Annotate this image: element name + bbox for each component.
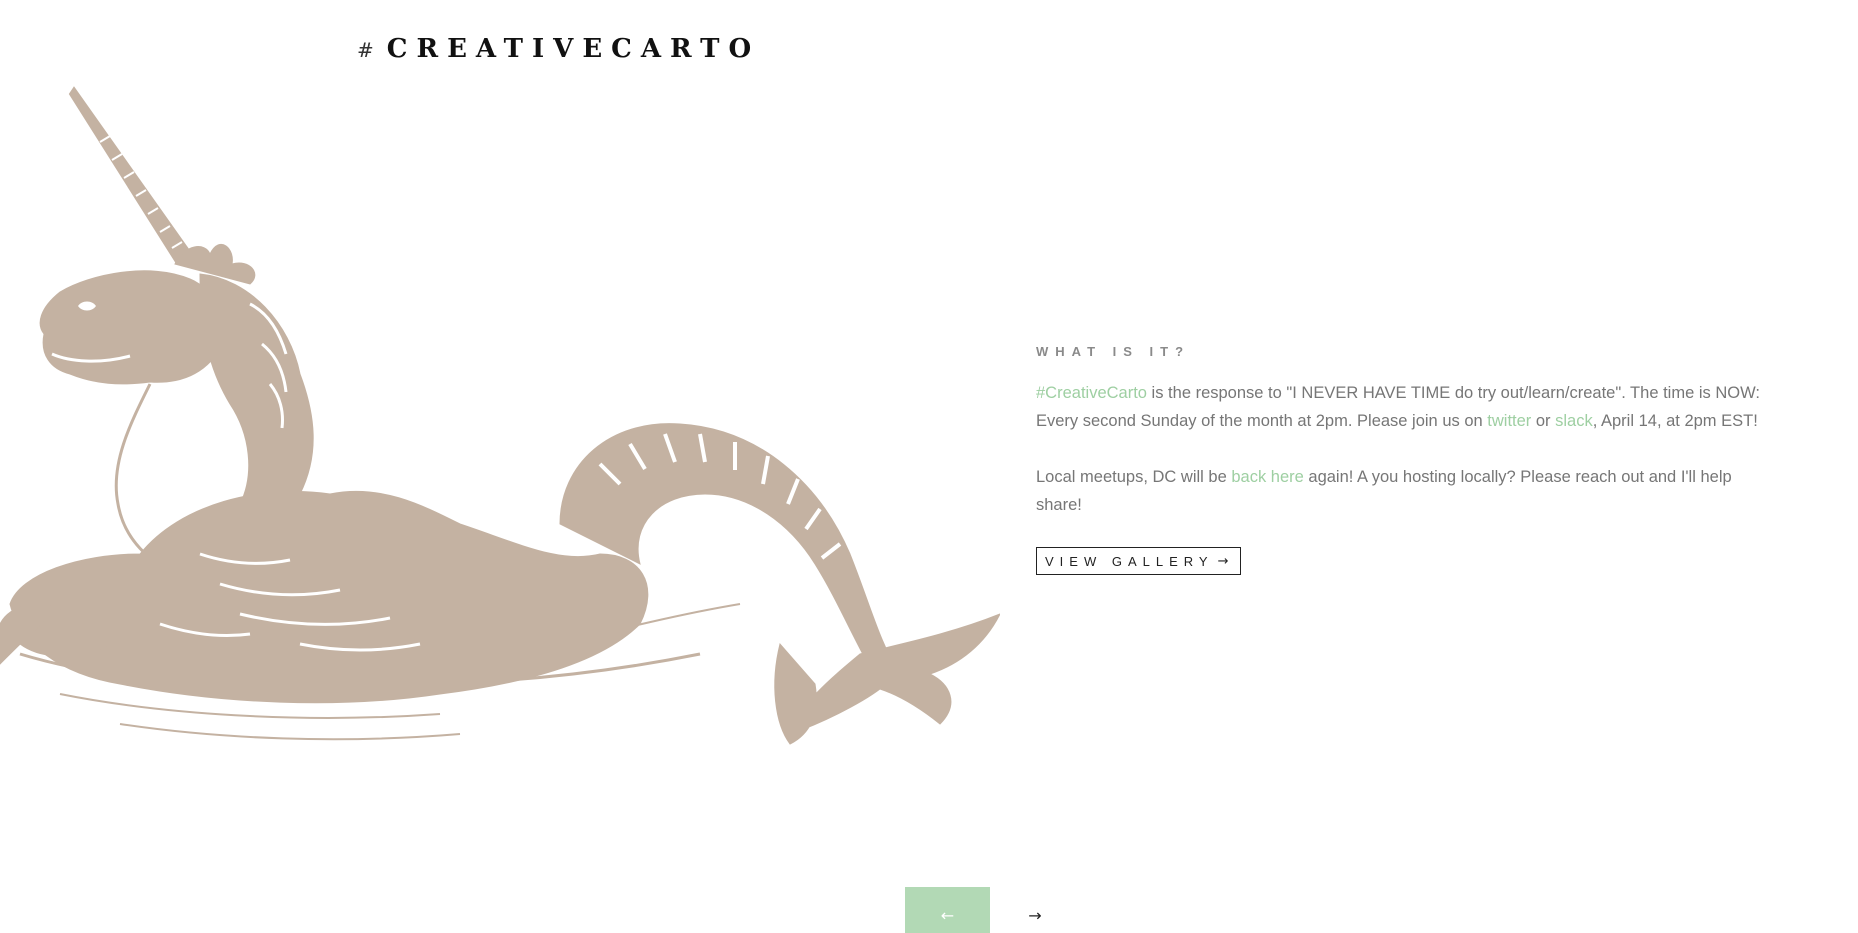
section-kicker: WHAT IS IT?: [1036, 344, 1191, 359]
logo-hash: #: [357, 38, 383, 62]
site-logo[interactable]: # CREATIVECARTO: [357, 34, 760, 64]
tail-fin-shape: [789, 613, 1000, 735]
view-gallery-button[interactable]: VIEW GALLERY →: [1036, 547, 1242, 575]
arrow-right-icon: →: [1217, 553, 1229, 569]
logo-text: CREATIVECARTO: [386, 34, 761, 64]
hashtag-link[interactable]: #CreativeCarto: [1036, 384, 1147, 402]
sea-unicorn-illustration: [0, 86, 1000, 745]
previous-slide-button[interactable]: ←: [905, 887, 990, 933]
intro-text-c: , April 14, at 2pm EST!: [1592, 412, 1758, 430]
next-slide-button[interactable]: →: [1020, 887, 1050, 933]
meetups-paragraph: Local meetups, DC will be back here agai…: [1036, 463, 1766, 519]
twitter-link[interactable]: twitter: [1487, 412, 1531, 430]
slack-link[interactable]: slack: [1555, 412, 1593, 430]
head-shape: [39, 270, 224, 385]
back-here-link[interactable]: back here: [1231, 468, 1303, 486]
view-gallery-label: VIEW GALLERY: [1045, 553, 1214, 569]
body-shape: [9, 490, 649, 704]
intro-section: WHAT IS IT? #CreativeCarto is the respon…: [1036, 344, 1766, 575]
arrow-left-icon: ←: [940, 905, 955, 925]
arrow-right-icon: →: [1028, 905, 1042, 925]
intro-paragraph: #CreativeCarto is the response to "I NEV…: [1036, 379, 1766, 435]
intro-text-b: or: [1531, 412, 1556, 430]
meetups-text-a: Local meetups, DC will be: [1036, 468, 1232, 486]
mane-shape: [199, 273, 314, 521]
